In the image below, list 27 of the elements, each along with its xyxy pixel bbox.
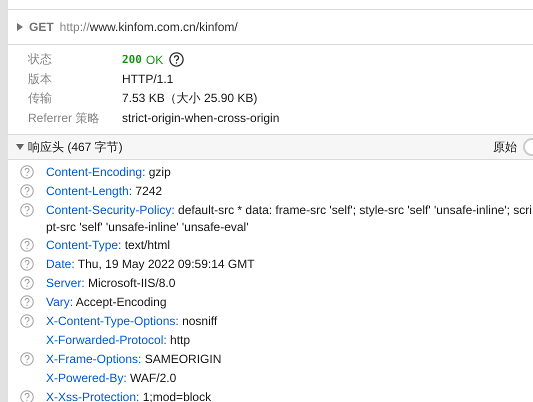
help-icon[interactable] [169,52,184,68]
summary-label: 版本 [28,70,53,88]
header-entry: Content-Type: text/html [46,237,170,254]
header-entry: Content-Encoding: gzip [46,164,171,181]
raw-toggle-label: 原始 [493,138,517,156]
summary-label: 状态 [28,51,53,68]
header-entry: X-Frame-Options: SAMEORIGIN [46,351,222,368]
request-url[interactable]: http://www.kinfom.com.cn/kinfom/ [60,20,238,34]
header-entry: Date: Thu, 19 May 2022 09:59:14 GMT [46,256,255,273]
status-text: OK [146,52,164,67]
summary-value: strict-origin-when-cross-origin [122,111,280,126]
status-code: 200 [122,53,142,66]
section-header[interactable]: 响应头 (467 字节) 原始 [8,135,533,160]
expand-triangle-icon[interactable] [17,23,23,31]
summary-value: HTTP/1.1 [122,72,174,86]
summary-label: Referrer 策略 [28,110,100,127]
header-entry: Vary: Accept-Encoding [46,294,167,311]
header-entry: Server: Microsoft-IIS/8.0 [46,275,176,292]
header-entry: X-Content-Type-Options: nosniff [46,313,218,330]
request-method: GET [29,20,54,34]
summary-value: 7.53 KB（大小 25.90 KB) [122,90,258,108]
section-title: 响应头 (467 字节) [28,138,123,156]
header-entry: X-Forwarded-Protocol: http [46,332,190,349]
header-entry: Content-Length: 7242 [46,183,162,200]
expand-triangle-icon[interactable] [16,144,24,150]
header-entry: X-Powered-By: WAF/2.0 [46,370,176,387]
summary-label: 传输 [28,90,53,108]
